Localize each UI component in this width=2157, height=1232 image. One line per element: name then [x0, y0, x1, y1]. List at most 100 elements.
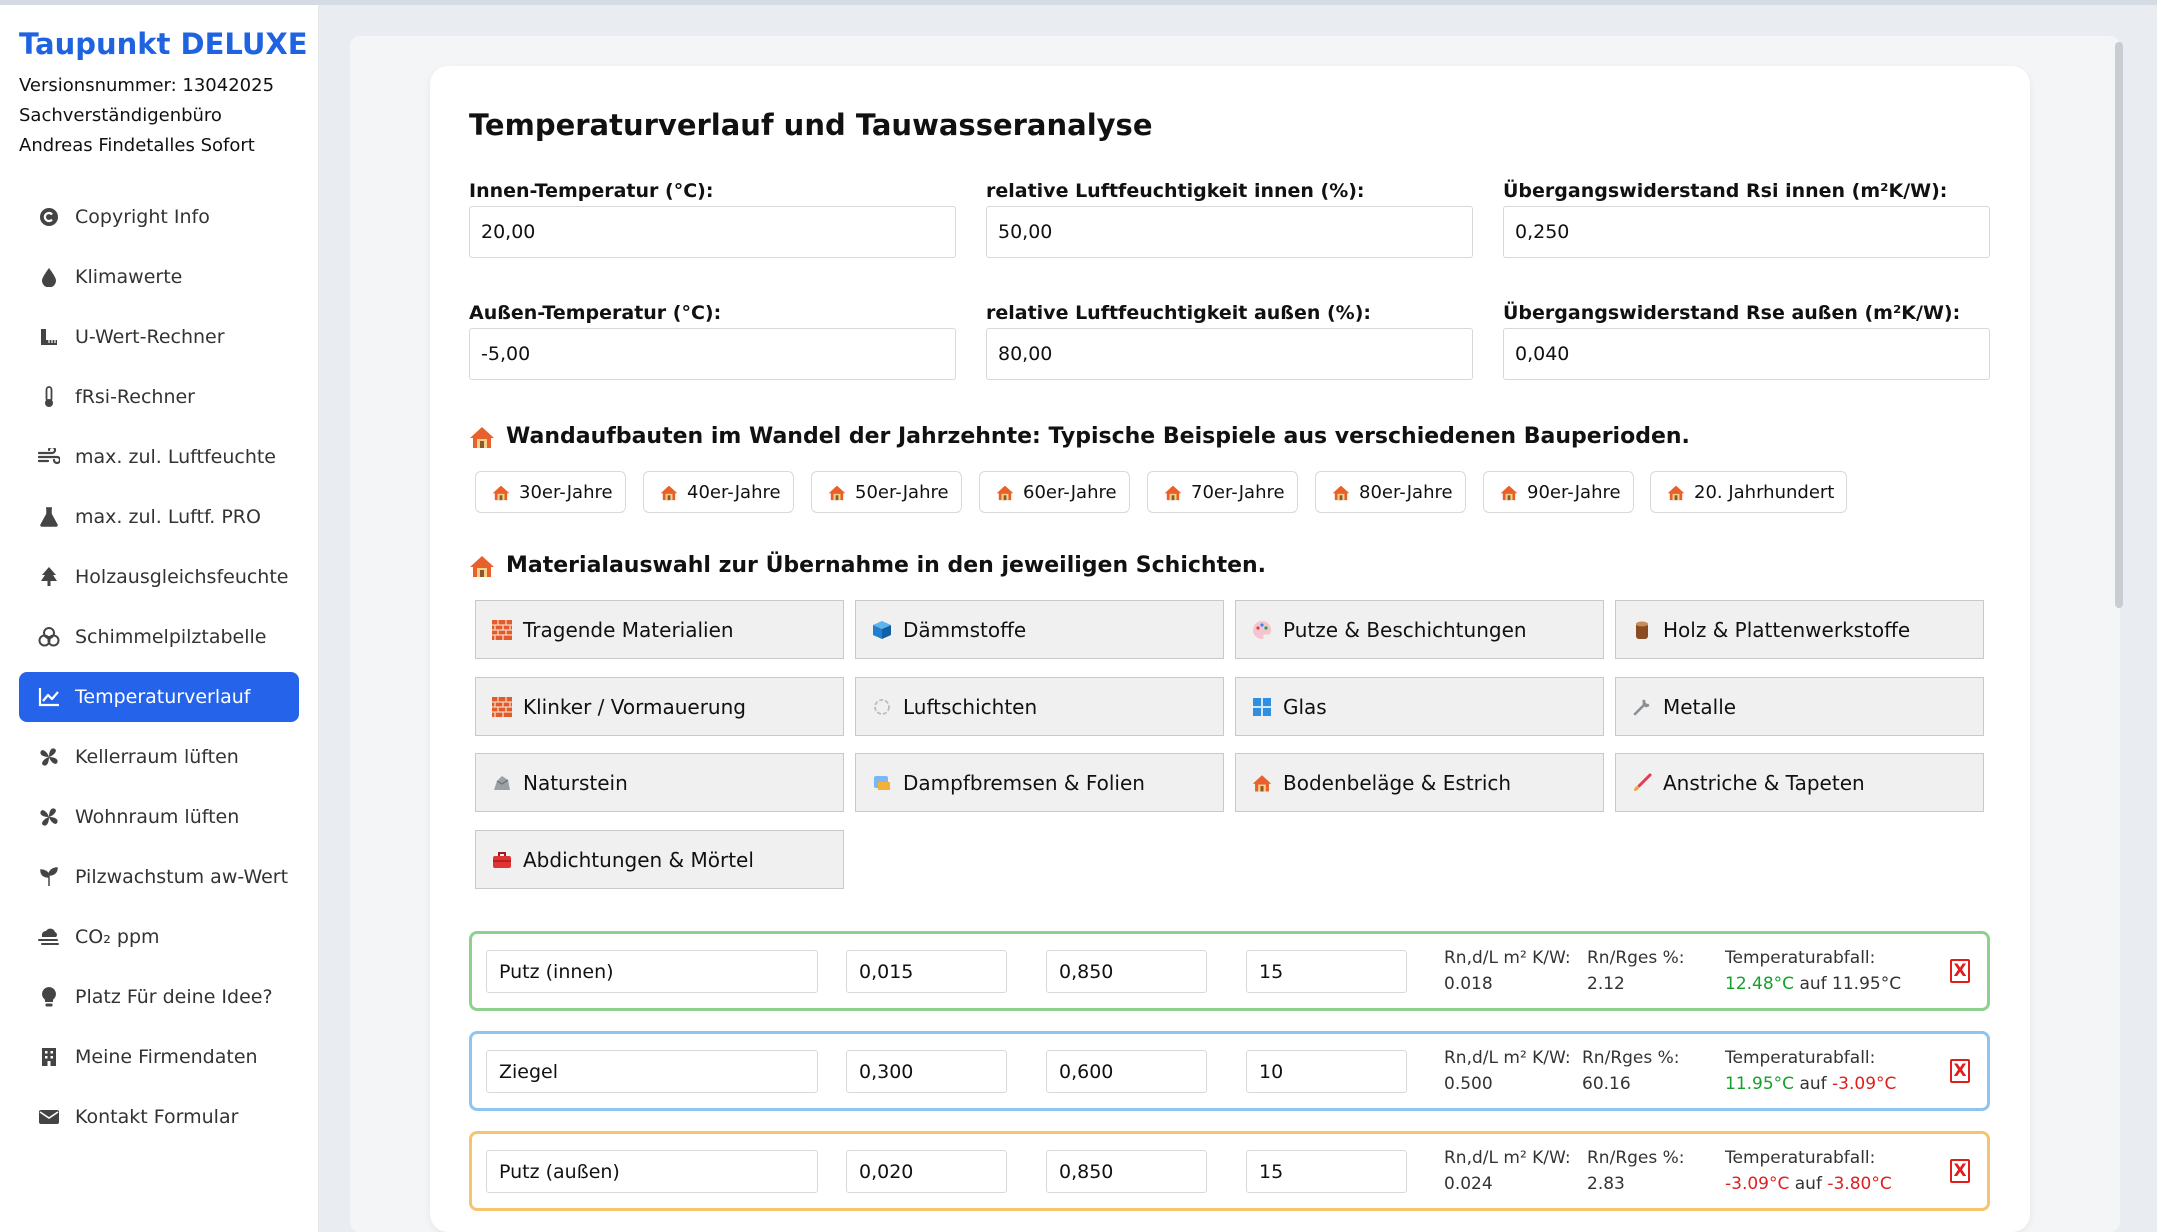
sidebar-item-max-zul-luftfeuchte[interactable]: max. zul. Luftfeuchte: [19, 432, 299, 482]
material-category-label: Holz & Plattenwerkstoffe: [1663, 617, 1911, 642]
wind-icon: [37, 445, 61, 469]
material-category-button[interactable]: Luftschichten: [855, 677, 1224, 736]
outside-temp-input[interactable]: -5,00: [469, 328, 956, 380]
material-category-button[interactable]: Dampfbremsen & Folien: [855, 753, 1224, 812]
material-category-button[interactable]: Abdichtungen & Mörtel: [475, 830, 844, 889]
page-title: Temperaturverlauf und Tauwasseranalyse: [469, 108, 1153, 142]
brick-icon: [492, 619, 512, 640]
layer-resistance: Rn,d/L m² K/W: 0.018: [1444, 945, 1571, 997]
era-button-label: 60er-Jahre: [1023, 481, 1117, 503]
material-category-button[interactable]: Metalle: [1615, 677, 1984, 736]
layer-percentage-label: Rn/Rges %:: [1582, 1048, 1680, 1068]
layer-thickness-input[interactable]: 0,300: [846, 1050, 1007, 1093]
layer-resistance: Rn,d/L m² K/W: 0.500: [1444, 1045, 1571, 1097]
sidebar-item-platz-für-deine-idee[interactable]: Platz Für deine Idee?: [19, 972, 299, 1022]
era-button[interactable]: 50er-Jahre: [811, 471, 962, 513]
sidebar-item-wohnraum-lüften[interactable]: Wohnraum lüften: [19, 792, 299, 842]
layer-thickness-input[interactable]: 0,015: [846, 950, 1007, 993]
layer-resistance-label: Rn,d/L m² K/W:: [1444, 1148, 1571, 1168]
layer-name-input[interactable]: Ziegel: [486, 1050, 818, 1093]
temperature-from: 12.48°C: [1725, 974, 1795, 994]
material-category-button[interactable]: Klinker / Vormauerung: [475, 677, 844, 736]
era-button-label: 40er-Jahre: [687, 481, 781, 503]
sidebar-item-schimmelpilztabelle[interactable]: Schimmelpilztabelle: [19, 612, 299, 662]
wrench-icon: [1632, 697, 1652, 717]
material-category-button[interactable]: Tragende Materialien: [475, 600, 844, 659]
house-icon: [470, 426, 494, 448]
cube-icon: [872, 620, 892, 640]
foil-icon: [872, 773, 892, 793]
layer-mu-input[interactable]: 15: [1246, 950, 1407, 993]
layer-lambda-input[interactable]: 0,850: [1046, 1150, 1207, 1193]
sidebar-item-kontakt-formular[interactable]: Kontakt Formular: [19, 1092, 299, 1142]
delete-layer-button[interactable]: X: [1950, 959, 1970, 983]
smog-icon: [37, 925, 61, 949]
layer-percentage: Rn/Rges %: 60.16: [1582, 1045, 1680, 1097]
sidebar: Taupunkt DELUXE Versionsnummer: 13042025…: [0, 5, 319, 1232]
delete-layer-button[interactable]: X: [1950, 1059, 1970, 1083]
fan-icon: [37, 805, 61, 829]
thermometer-icon: [37, 385, 61, 409]
sidebar-item-holzausgleichsfeuchte[interactable]: Holzausgleichsfeuchte: [19, 552, 299, 602]
era-button[interactable]: 80er-Jahre: [1315, 471, 1466, 513]
delete-layer-button[interactable]: X: [1950, 1159, 1970, 1183]
sidebar-item-label: Klimawerte: [75, 266, 183, 288]
era-button[interactable]: 40er-Jahre: [643, 471, 794, 513]
envelope-icon: [37, 1105, 61, 1129]
era-button[interactable]: 30er-Jahre: [475, 471, 626, 513]
material-category-label: Dämmstoffe: [903, 617, 1027, 642]
material-category-button[interactable]: Putze & Beschichtungen: [1235, 600, 1604, 659]
sidebar-item-label: Pilzwachstum aw-Wert: [75, 866, 289, 888]
era-button[interactable]: 90er-Jahre: [1483, 471, 1634, 513]
layer-mu-input[interactable]: 10: [1246, 1050, 1407, 1093]
office-name: Sachverständigenbüro: [19, 105, 222, 126]
temperature-drop-range: 12.48°C auf 11.95°C: [1725, 971, 1901, 997]
material-category-button[interactable]: Glas: [1235, 677, 1604, 736]
sidebar-item-pilzwachstum-aw-wert[interactable]: Pilzwachstum aw-Wert: [19, 852, 299, 902]
material-category-label: Abdichtungen & Mörtel: [523, 847, 754, 872]
layer-percentage-label: Rn/Rges %:: [1587, 948, 1685, 968]
sidebar-item-u-wert-rechner[interactable]: U-Wert-Rechner: [19, 312, 299, 362]
layer-name-input[interactable]: Putz (innen): [486, 950, 818, 993]
scrollbar-thumb[interactable]: [2115, 42, 2123, 608]
material-category-button[interactable]: Naturstein: [475, 753, 844, 812]
layer-lambda-input[interactable]: 0,600: [1046, 1050, 1207, 1093]
layer-name-input[interactable]: Putz (außen): [486, 1150, 818, 1193]
rse-input[interactable]: 0,040: [1503, 328, 1990, 380]
sidebar-item-temperaturverlauf[interactable]: Temperaturverlauf: [19, 672, 299, 722]
sidebar-item-frsi-rechner[interactable]: fRsi-Rechner: [19, 372, 299, 422]
inside-humidity-input[interactable]: 50,00: [986, 206, 1473, 258]
temperature-drop-label: Temperaturabfall:: [1725, 1148, 1876, 1168]
sidebar-item-klimawerte[interactable]: Klimawerte: [19, 252, 299, 302]
inside-temp-input[interactable]: 20,00: [469, 206, 956, 258]
material-category-button[interactable]: Dämmstoffe: [855, 600, 1224, 659]
version-number: Versionsnummer: 13042025: [19, 75, 275, 96]
material-category-label: Luftschichten: [903, 694, 1038, 719]
outside-humidity-input[interactable]: 80,00: [986, 328, 1473, 380]
layer-percentage-label: Rn/Rges %:: [1587, 1148, 1685, 1168]
material-category-button[interactable]: Holz & Plattenwerkstoffe: [1615, 600, 1984, 659]
era-button[interactable]: 70er-Jahre: [1147, 471, 1298, 513]
material-category-button[interactable]: Anstriche & Tapeten: [1615, 753, 1984, 812]
sidebar-item-meine-firmendaten[interactable]: Meine Firmendaten: [19, 1032, 299, 1082]
material-category-label: Dampfbremsen & Folien: [903, 770, 1145, 795]
air-icon: [872, 697, 892, 717]
layer-mu-input[interactable]: 15: [1246, 1150, 1407, 1193]
sidebar-item-label: CO₂ ppm: [75, 926, 160, 948]
temperature-separator: auf: [1794, 974, 1833, 994]
sidebar-item-co-ppm[interactable]: CO₂ ppm: [19, 912, 299, 962]
temperature-to: 11.95°C: [1832, 974, 1902, 994]
layer-thickness-input[interactable]: 0,020: [846, 1150, 1007, 1193]
material-category-button[interactable]: Bodenbeläge & Estrich: [1235, 753, 1604, 812]
sidebar-item-copyright-info[interactable]: Copyright Info: [19, 192, 299, 242]
layer-percentage: Rn/Rges %: 2.12: [1587, 945, 1685, 997]
app-brand: Taupunkt DELUXE: [19, 27, 308, 61]
rsi-input[interactable]: 0,250: [1503, 206, 1990, 258]
era-button[interactable]: 20. Jahrhundert: [1650, 471, 1848, 513]
sidebar-item-kellerraum-lüften[interactable]: Kellerraum lüften: [19, 732, 299, 782]
layer-lambda-input[interactable]: 0,850: [1046, 950, 1207, 993]
sidebar-item-label: Kellerraum lüften: [75, 746, 239, 768]
sidebar-item-max-zul-luftf-pro[interactable]: max. zul. Luftf. PRO: [19, 492, 299, 542]
house-icon: [996, 485, 1014, 500]
era-button[interactable]: 60er-Jahre: [979, 471, 1130, 513]
